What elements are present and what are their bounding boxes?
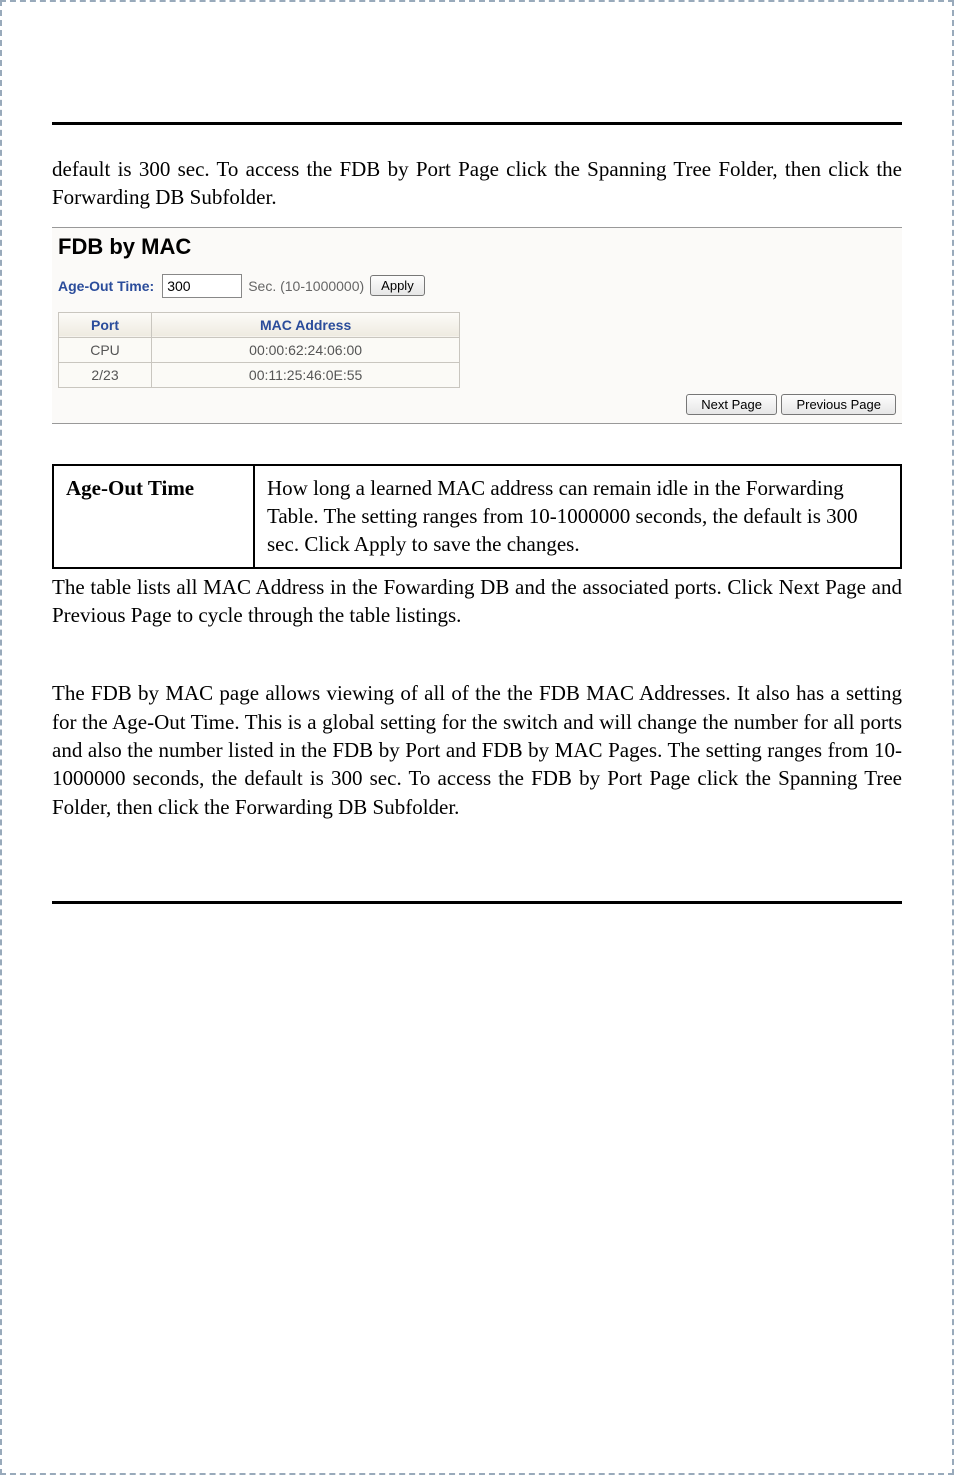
header-port: Port (59, 312, 152, 337)
field-description-table: Age-Out Time How long a learned MAC addr… (52, 464, 902, 569)
pager: Next Page Previous Page (58, 394, 896, 415)
bottom-rule (52, 901, 902, 904)
fdb-by-mac-panel: FDB by MAC Age-Out Time: Sec. (10-100000… (52, 227, 902, 424)
header-mac: MAC Address (152, 312, 460, 337)
field-name-cell: Age-Out Time (53, 465, 254, 568)
cell-port: CPU (59, 337, 152, 362)
age-out-controls: Age-Out Time: Sec. (10-1000000) Apply (58, 274, 896, 298)
apply-button[interactable]: Apply (370, 275, 425, 296)
table-row: CPU 00:00:62:24:06:00 (59, 337, 460, 362)
table-header-row: Port MAC Address (59, 312, 460, 337)
document-page: default is 300 sec. To access the FDB by… (0, 0, 954, 1475)
table-row: Age-Out Time How long a learned MAC addr… (53, 465, 901, 568)
final-paragraph: The FDB by MAC page allows viewing of al… (52, 679, 902, 821)
cell-port: 2/23 (59, 362, 152, 387)
age-out-hint: Sec. (10-1000000) (248, 278, 364, 294)
field-desc-cell: How long a learned MAC address can remai… (254, 465, 901, 568)
after-table-paragraph: The table lists all MAC Address in the F… (52, 573, 902, 630)
table-row: 2/23 00:11:25:46:0E:55 (59, 362, 460, 387)
fdb-table: Port MAC Address CPU 00:00:62:24:06:00 2… (58, 312, 460, 388)
fdb-title: FDB by MAC (58, 234, 896, 260)
top-rule (52, 122, 902, 125)
age-out-label: Age-Out Time: (58, 278, 154, 294)
cell-mac: 00:11:25:46:0E:55 (152, 362, 460, 387)
cell-mac: 00:00:62:24:06:00 (152, 337, 460, 362)
intro-paragraph: default is 300 sec. To access the FDB by… (52, 155, 902, 212)
previous-page-button[interactable]: Previous Page (781, 394, 896, 415)
next-page-button[interactable]: Next Page (686, 394, 777, 415)
age-out-input[interactable] (162, 274, 242, 298)
